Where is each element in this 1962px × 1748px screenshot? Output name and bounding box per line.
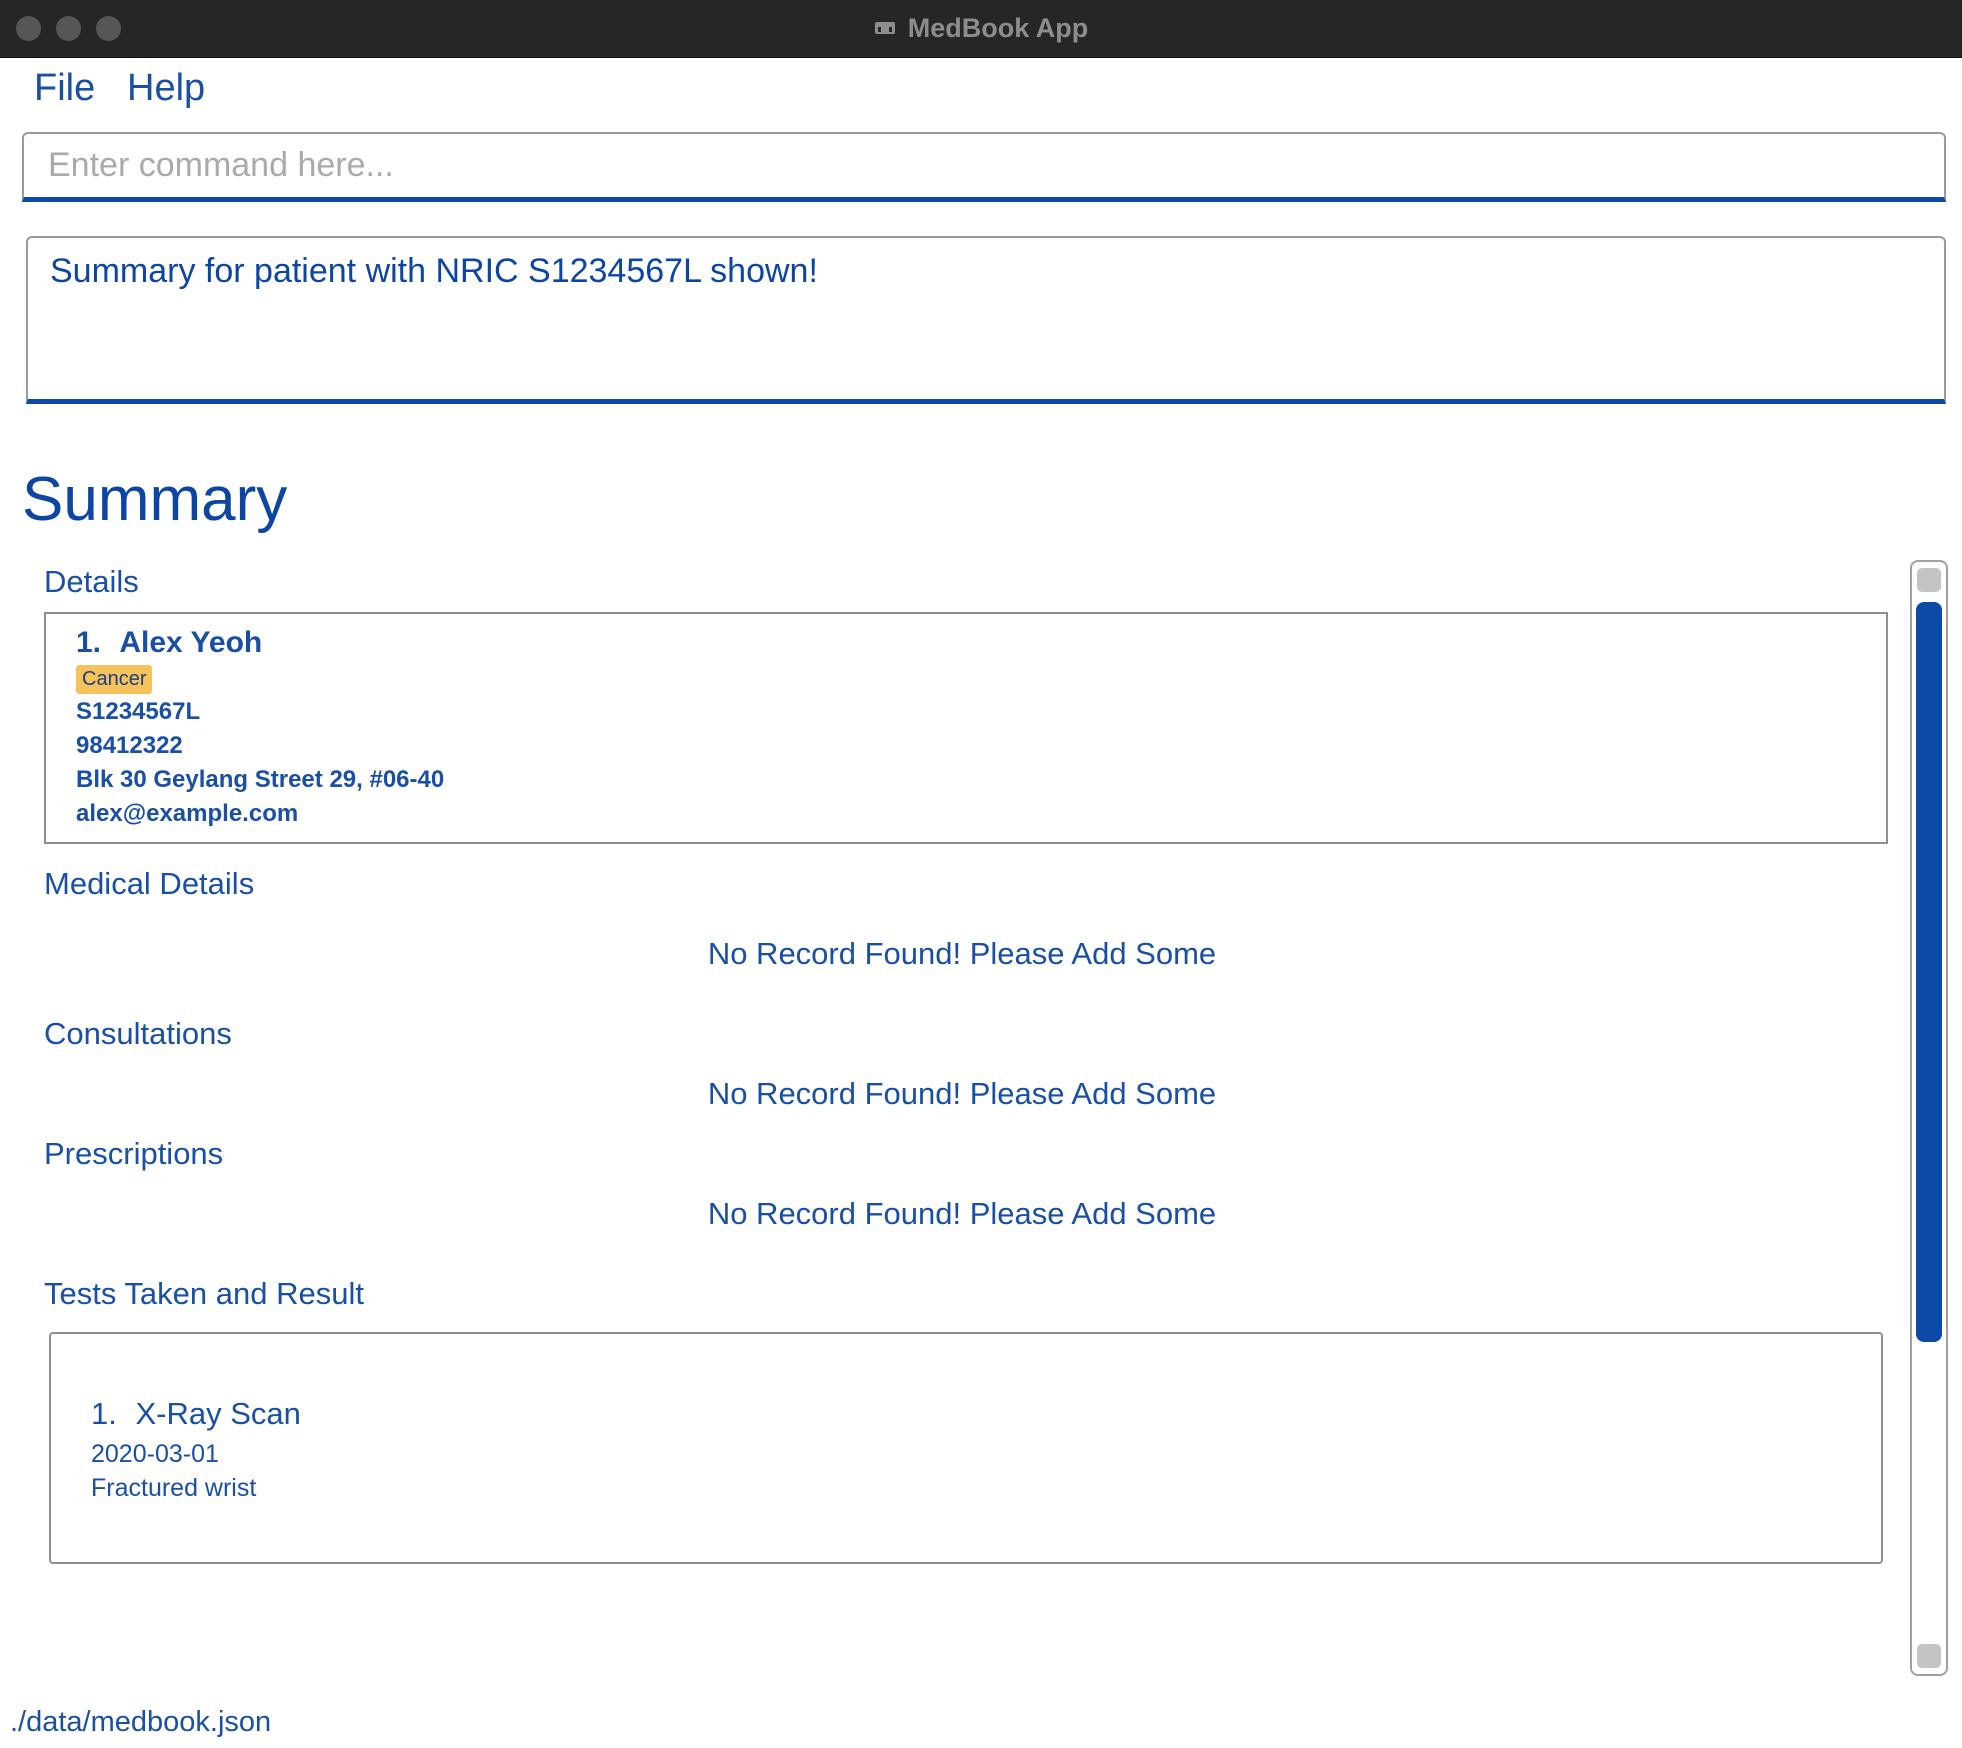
menu-help[interactable]: Help xyxy=(127,67,205,110)
test-date: 2020-03-01 xyxy=(91,1440,219,1468)
test-name-line: 1. X-Ray Scan xyxy=(91,1396,301,1432)
patient-address: Blk 30 Geylang Street 29, #06-40 xyxy=(76,766,445,793)
medical-details-empty: No Record Found! Please Add Some xyxy=(707,936,1217,971)
consultations-heading: Consultations xyxy=(44,1016,232,1051)
window-title: MedBook App xyxy=(0,0,1962,57)
patient-details-card: 1. Alex Yeoh Cancer S1234567L 98412322 B… xyxy=(44,612,1888,844)
menu-bar: File Help xyxy=(0,57,1962,127)
patient-email: alex@example.com xyxy=(76,800,299,827)
command-input[interactable] xyxy=(46,134,1930,196)
result-message: Summary for patient with NRIC S1234567L … xyxy=(50,252,818,290)
tests-card: 1. X-Ray Scan 2020-03-01 Fractured wrist xyxy=(49,1332,1883,1564)
patient-tag: Cancer xyxy=(76,665,153,694)
scroll-down-button[interactable] xyxy=(1917,1644,1941,1668)
test-name: X-Ray Scan xyxy=(135,1396,301,1431)
consultations-empty: No Record Found! Please Add Some xyxy=(707,1076,1217,1111)
test-result: Fractured wrist xyxy=(91,1474,257,1502)
details-heading: Details xyxy=(44,564,139,599)
patient-index: 1. xyxy=(76,626,102,659)
window-titlebar: MedBook App xyxy=(0,0,1962,58)
summary-title: Summary xyxy=(22,465,288,534)
menu-file[interactable]: File xyxy=(34,67,95,110)
result-display[interactable]: Summary for patient with NRIC S1234567L … xyxy=(26,236,1946,404)
window-title-text: MedBook App xyxy=(907,13,1089,43)
status-file-path: ./data/medbook.json xyxy=(10,1706,272,1738)
medical-details-heading: Medical Details xyxy=(44,866,255,901)
summary-scroll-pane[interactable]: Details 1. Alex Yeoh Cancer S1234567L 98… xyxy=(22,560,1902,1670)
test-index: 1. xyxy=(91,1396,117,1431)
vertical-scrollbar[interactable] xyxy=(1910,560,1948,1676)
scrollbar-thumb[interactable] xyxy=(1916,602,1942,1342)
patient-phone: 98412322 xyxy=(76,732,183,759)
patient-name: Alex Yeoh xyxy=(119,626,263,659)
prescriptions-heading: Prescriptions xyxy=(44,1136,224,1171)
patient-name-line: 1. Alex Yeoh xyxy=(76,626,262,660)
scroll-up-button[interactable] xyxy=(1917,568,1941,592)
prescriptions-empty: No Record Found! Please Add Some xyxy=(707,1196,1217,1231)
tests-heading: Tests Taken and Result xyxy=(44,1276,364,1311)
command-box xyxy=(22,132,1946,202)
patient-nric: S1234567L xyxy=(76,698,201,725)
app-icon xyxy=(874,21,895,34)
